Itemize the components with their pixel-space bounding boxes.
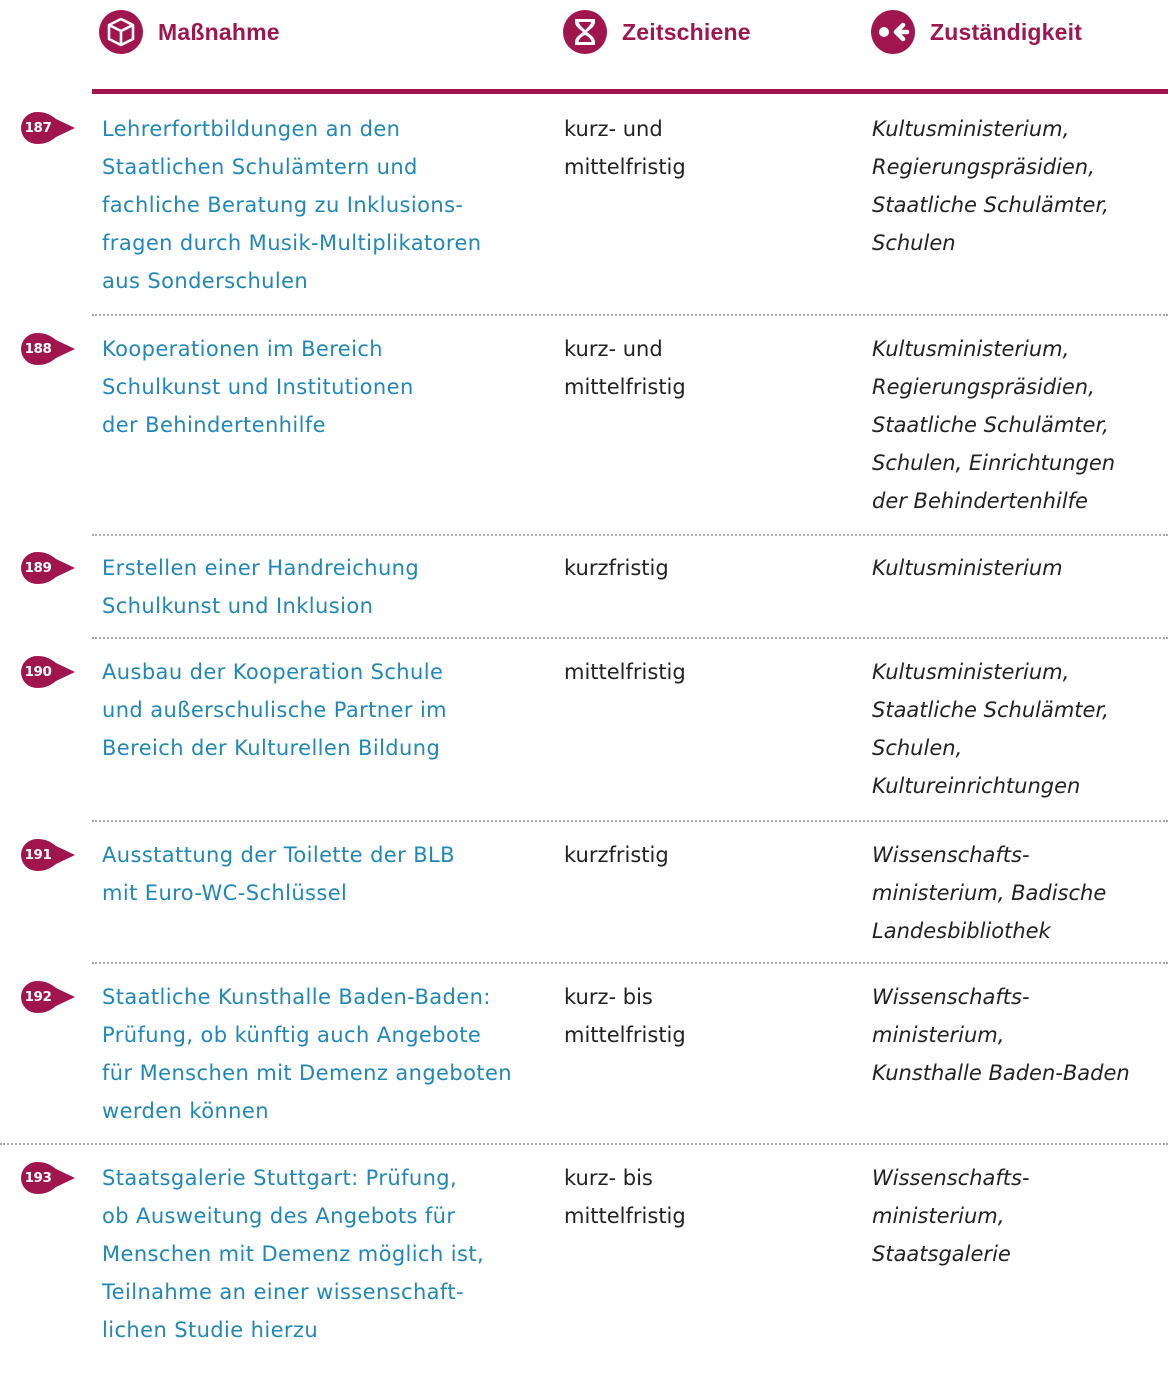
measure-text: Staatsgalerie Stuttgart: Prüfung, ob Aus… [102, 1166, 485, 1342]
header-rule [92, 89, 1168, 94]
row-number: 189 [24, 560, 52, 576]
time-text: kurz- bis mittelfristig [564, 1166, 686, 1228]
measure-text: Ausbau der Kooperation Schule und außers… [102, 660, 448, 760]
number-badge: 193 [20, 1161, 76, 1195]
responsibility-text: Kultusministerium, Regierungspräsidien, … [872, 337, 1116, 513]
measure-text: Staatliche Kunsthalle Baden-Baden: Prüfu… [102, 985, 513, 1123]
responsibility-text: Wissenschafts- ministerium, Kunsthalle B… [872, 985, 1130, 1085]
number-badge: 188 [20, 332, 76, 366]
hourglass-icon [562, 9, 608, 55]
table-header: Maßnahme Zeitschiene Zuständigkeit [0, 0, 1168, 94]
row-number: 188 [24, 341, 52, 357]
row-separator [92, 820, 1168, 822]
measure-text: Ausstattung der Toilette der BLB mit Eur… [102, 843, 455, 905]
responsibility-text: Kultusministerium [872, 556, 1063, 580]
time-text: kurz- bis mittelfristig [564, 985, 686, 1047]
header-responsibility-label: Zuständigkeit [930, 18, 1083, 45]
row-separator [92, 314, 1168, 316]
responsibility-text: Kultusministerium, Regierungspräsidien, … [872, 117, 1109, 255]
time-text: kurz- und mittelfristig [564, 337, 686, 399]
row-number: 193 [24, 1170, 52, 1186]
time-text: kurz- und mittelfristig [564, 117, 686, 179]
header-time: Zeitschiene [562, 10, 751, 54]
row-number: 192 [24, 989, 52, 1005]
row-separator [92, 962, 1168, 964]
cube-icon [98, 9, 144, 55]
row-number: 187 [24, 120, 52, 136]
row-number: 191 [24, 847, 52, 863]
number-badge: 187 [20, 111, 76, 145]
measure-text: Lehrerfortbildungen an den Staatlichen S… [102, 117, 482, 293]
arrow-back-dot-icon [870, 9, 916, 55]
row-number: 190 [24, 664, 52, 680]
row-separator [0, 1143, 1168, 1145]
responsibility-text: Wissenschafts- ministerium, Staatsgaleri… [872, 1166, 1030, 1266]
number-badge: 189 [20, 551, 76, 585]
number-badge: 190 [20, 655, 76, 689]
row-separator [92, 534, 1168, 536]
header-responsibility: Zuständigkeit [870, 10, 1082, 54]
time-text: kurzfristig [564, 843, 669, 867]
responsibility-text: Kultusministerium, Staatliche Schulämter… [872, 660, 1109, 798]
header-measure-label: Maßnahme [158, 18, 280, 45]
header-time-label: Zeitschiene [622, 18, 751, 45]
measure-text: Kooperationen im Bereich Schulkunst und … [102, 337, 414, 437]
number-badge: 191 [20, 838, 76, 872]
time-text: kurzfristig [564, 556, 669, 580]
responsibility-text: Wissenschafts- ministerium, Badische Lan… [872, 843, 1107, 943]
number-badge: 192 [20, 980, 76, 1014]
row-separator [92, 637, 1168, 639]
time-text: mittelfristig [564, 660, 686, 684]
header-measure: Maßnahme [98, 10, 280, 54]
measure-text: Erstellen einer Handreichung Schulkunst … [102, 556, 420, 618]
